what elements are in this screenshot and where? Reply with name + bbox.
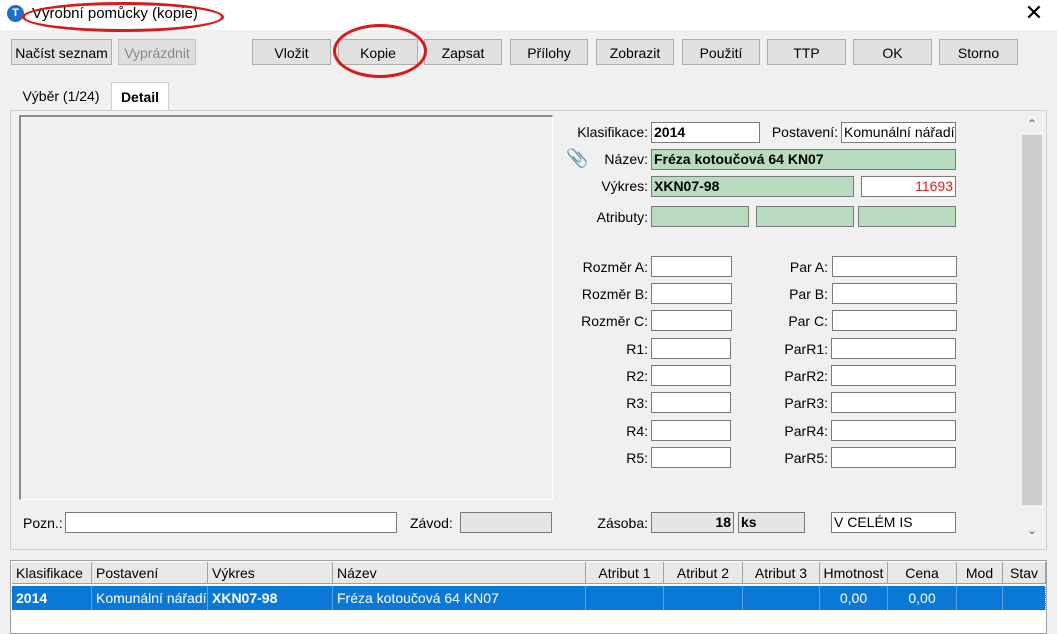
grid-header-atribut-3[interactable]: Atribut 3 <box>743 562 820 584</box>
klasifikace-label: Klasifikace: <box>577 124 648 140</box>
selected-row-focus <box>11 585 1046 611</box>
pouziti-button[interactable]: Použití <box>682 39 760 65</box>
zasoba-label: Zásoba: <box>597 515 648 531</box>
par-r2-field[interactable] <box>831 365 956 386</box>
ok-button[interactable]: OK <box>853 39 932 65</box>
grid-header-atribut-1[interactable]: Atribut 1 <box>586 562 664 584</box>
par-c-field[interactable] <box>832 310 957 331</box>
rozmer-b-field[interactable] <box>651 283 732 304</box>
postaveni-field[interactable]: Komunální nářadí <box>841 122 956 143</box>
par-r4-field[interactable] <box>831 420 956 441</box>
vykres-number-field[interactable]: 11693 <box>861 176 956 197</box>
r2-field[interactable] <box>651 365 731 386</box>
ttp-button[interactable]: TTP <box>767 39 846 65</box>
zobrazit-button[interactable]: Zobrazit <box>596 39 674 65</box>
r1-field[interactable] <box>651 338 731 359</box>
grid-header-mod[interactable]: Mod <box>957 562 1003 584</box>
r3-field[interactable] <box>651 392 731 413</box>
grid-header-stav[interactable]: Stav <box>1003 562 1046 584</box>
tab-detail[interactable]: Detail <box>111 82 169 110</box>
par-r1-label: ParR1: <box>784 341 828 357</box>
tab-vyber[interactable]: Výběr (1/24) <box>12 82 110 110</box>
r3-label: R3: <box>626 395 648 411</box>
par-b-field[interactable] <box>832 283 957 304</box>
storno-button[interactable]: Storno <box>939 39 1018 65</box>
vlozit-button[interactable]: Vložit <box>252 39 331 65</box>
r1-label: R1: <box>626 341 648 357</box>
zavod-label: Závod: <box>410 515 453 531</box>
vykres-field[interactable]: XKN07-98 <box>651 176 854 197</box>
scope-field[interactable]: V CELÉM IS <box>831 512 956 533</box>
par-r5-field[interactable] <box>831 447 956 468</box>
par-r3-field[interactable] <box>831 392 956 413</box>
prilohy-button[interactable]: Přílohy <box>510 39 588 65</box>
nazev-field[interactable]: Fréza kotoučová 64 KN07 <box>651 149 956 170</box>
close-icon[interactable]: ✕ <box>1022 0 1046 26</box>
rozmer-a-label: Rozměr A: <box>582 259 648 275</box>
rozmer-c-field[interactable] <box>651 310 732 331</box>
klasifikace-field[interactable]: 2014 <box>651 122 760 143</box>
title-annotation-ellipse <box>22 2 224 32</box>
r4-label: R4: <box>626 423 648 439</box>
grid-header-postaveni[interactable]: Postavení <box>92 562 208 584</box>
atribut-1-field[interactable] <box>651 206 749 227</box>
grid-header-nazev[interactable]: Název <box>333 562 586 584</box>
grid-header-cena[interactable]: Cena <box>888 562 957 584</box>
postaveni-label: Postavení: <box>771 124 838 140</box>
pozn-label: Pozn.: <box>23 515 63 531</box>
r5-field[interactable] <box>651 447 731 468</box>
atributy-label: Atributy: <box>596 209 648 225</box>
par-r4-label: ParR4: <box>784 423 828 439</box>
grid-header-hmotnost[interactable]: Hmotnost <box>820 562 888 584</box>
r4-field[interactable] <box>651 420 731 441</box>
par-b-label: Par B: <box>789 286 828 302</box>
rozmer-b-label: Rozměr B: <box>581 286 648 302</box>
r5-label: R5: <box>626 450 648 466</box>
zapsat-button[interactable]: Zapsat <box>424 39 502 65</box>
zasoba-value: 18 <box>651 512 734 533</box>
grid-header-vykres[interactable]: Výkres <box>208 562 333 584</box>
kopie-annotation-ellipse <box>333 24 427 78</box>
atribut-3-field[interactable] <box>858 206 956 227</box>
rozmer-c-label: Rozměr C: <box>581 313 648 329</box>
pozn-field[interactable] <box>65 512 397 533</box>
par-a-field[interactable] <box>832 256 957 277</box>
par-c-label: Par C: <box>788 313 828 329</box>
grid-header-atribut-2[interactable]: Atribut 2 <box>664 562 743 584</box>
par-a-label: Par A: <box>789 259 828 275</box>
scroll-up-icon[interactable]: ⌃ <box>1022 116 1042 132</box>
par-r3-label: ParR3: <box>784 395 828 411</box>
nacist-seznam-button[interactable]: Načíst seznam <box>11 39 112 65</box>
attachment-icon[interactable]: 📎 <box>566 148 588 169</box>
atribut-2-field[interactable] <box>756 206 854 227</box>
zavod-field <box>460 512 552 533</box>
scroll-down-icon[interactable]: ⌄ <box>1022 522 1042 538</box>
vyprazdnit-button[interactable]: Vyprázdnit <box>118 39 196 65</box>
image-preview-area <box>19 115 553 500</box>
nazev-label: Název: <box>604 151 648 167</box>
vykres-label: Výkres: <box>601 178 648 194</box>
par-r2-label: ParR2: <box>784 368 828 384</box>
zasoba-unit: ks <box>738 512 805 533</box>
app-logo-icon: T <box>7 5 24 22</box>
par-r1-field[interactable] <box>831 338 956 359</box>
r2-label: R2: <box>626 368 648 384</box>
rozmer-a-field[interactable] <box>651 256 732 277</box>
par-r5-label: ParR5: <box>784 450 828 466</box>
scrollbar-thumb[interactable] <box>1022 135 1042 505</box>
grid-header-klasifikace[interactable]: Klasifikace <box>12 562 92 584</box>
